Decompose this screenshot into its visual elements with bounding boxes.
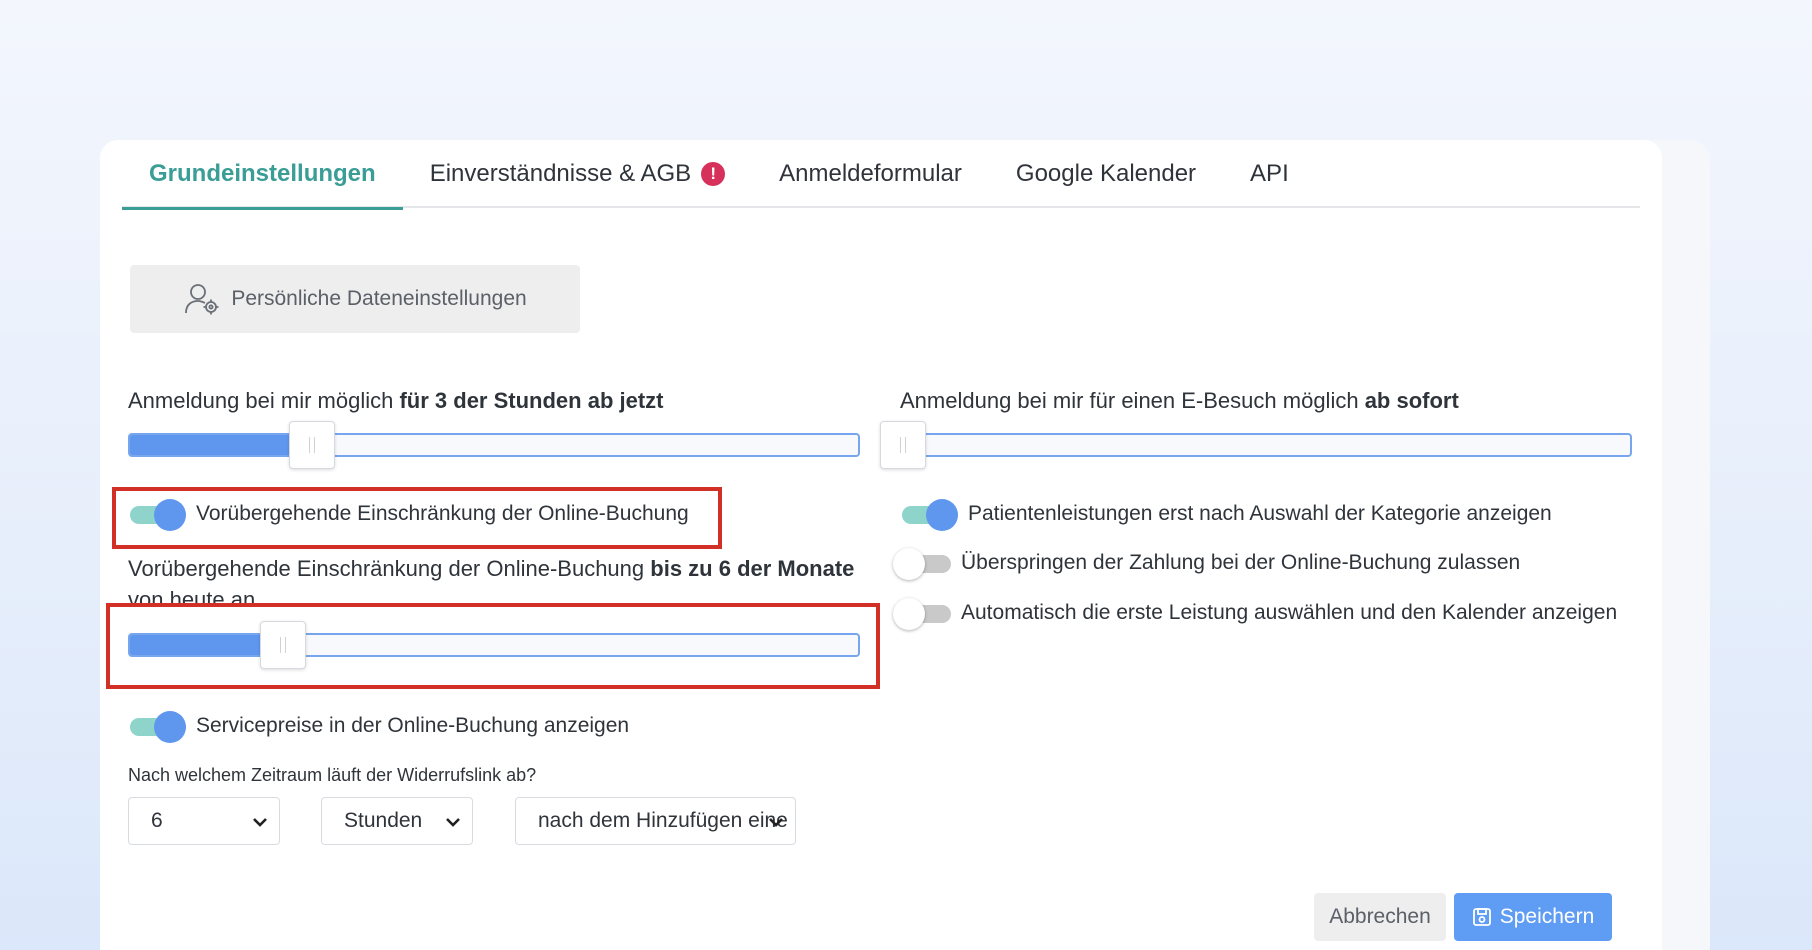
- save-label: Speichern: [1499, 905, 1595, 928]
- skip-payment-toggle-row: Überspringen der Zahlung bei der Online-…: [893, 546, 1520, 580]
- tab-label: Einverständnisse & AGB: [429, 160, 692, 187]
- slider-handle[interactable]: [880, 421, 926, 469]
- save-icon: [1472, 908, 1491, 926]
- chevron-down-icon: [442, 811, 464, 833]
- restriction-toggle[interactable]: [128, 497, 186, 531]
- personal-data-settings-button[interactable]: Persönliche Dateneinstellungen: [130, 265, 580, 333]
- label-value: ab sofort: [1364, 388, 1459, 413]
- category-toggle[interactable]: [900, 497, 958, 531]
- tab-anmeldeformular[interactable]: Anmeldeformular: [752, 155, 989, 208]
- tab-label: Google Kalender: [1015, 160, 1197, 187]
- tab-grundeinstellungen[interactable]: Grundeinstellungen: [122, 155, 403, 210]
- slider-handle[interactable]: [259, 621, 306, 669]
- save-button[interactable]: Speichern: [1454, 893, 1612, 941]
- service-prices-toggle-row: Servicepreise in der Online-Buchung anze…: [128, 709, 629, 743]
- service-prices-toggle[interactable]: [128, 709, 186, 743]
- select-value: 6: [151, 809, 163, 832]
- tab-label: Anmeldeformular: [779, 160, 962, 187]
- booking-window-slider[interactable]: [128, 421, 860, 469]
- label-text: Anmeldung bei mir möglich: [128, 388, 400, 413]
- tab-google-kalender[interactable]: Google Kalender: [989, 155, 1223, 208]
- restriction-label: Vorübergehende Einschränkung der Online-…: [128, 553, 868, 615]
- select-value: Stunden: [344, 809, 423, 832]
- auto-select-toggle[interactable]: [893, 596, 951, 630]
- select-value: nach dem Hinzufügen eine: [538, 809, 788, 832]
- auto-select-label: Automatisch die erste Leistung auswählen…: [961, 601, 1618, 624]
- tab-bar: Grundeinstellungen Einverständnisse & AG…: [122, 155, 1640, 210]
- label-text: Anmeldung bei mir für einen E-Besuch mög…: [900, 388, 1365, 413]
- page: Grundeinstellungen Einverständnisse & AG…: [0, 0, 1812, 950]
- ebesuch-window-slider[interactable]: [880, 421, 1632, 469]
- service-prices-label: Servicepreise in der Online-Buchung anze…: [196, 714, 630, 737]
- ebesuch-window-label: Anmeldung bei mir für einen E-Besuch mög…: [900, 388, 1459, 414]
- skip-payment-label: Überspringen der Zahlung bei der Online-…: [961, 551, 1521, 574]
- category-toggle-row: Patientenleistungen erst nach Auswahl de…: [900, 497, 1552, 531]
- user-settings-icon: [185, 284, 219, 315]
- label-value: für 3 der Stunden ab jetzt: [399, 388, 664, 413]
- category-toggle-label: Patientenleistungen erst nach Auswahl de…: [968, 502, 1552, 525]
- alert-icon: !: [701, 162, 726, 186]
- chevron-down-icon: [765, 811, 787, 833]
- tab-label: API: [1250, 160, 1289, 187]
- personal-data-settings-label: Persönliche Dateneinstellungen: [231, 287, 527, 310]
- slider-fill: [130, 435, 312, 455]
- slider-handle[interactable]: [289, 421, 335, 469]
- revocation-reference-select[interactable]: nach dem Hinzufügen eine: [515, 797, 796, 845]
- skip-payment-toggle[interactable]: [893, 546, 951, 580]
- label-suffix: von heute an: [128, 587, 256, 612]
- chevron-down-icon: [249, 811, 271, 833]
- tab-einverstaendnisse[interactable]: Einverständnisse & AGB!: [403, 155, 752, 208]
- label-value: bis zu 6 der Monate: [650, 556, 855, 581]
- cancel-label: Abbrechen: [1329, 905, 1431, 928]
- revocation-unit-select[interactable]: Stunden: [321, 797, 473, 845]
- cancel-button[interactable]: Abbrechen: [1314, 893, 1446, 941]
- restriction-toggle-label: Vorübergehende Einschränkung der Online-…: [196, 502, 689, 525]
- booking-window-label: Anmeldung bei mir möglich für 3 der Stun…: [128, 388, 664, 414]
- restriction-slider[interactable]: [128, 621, 860, 669]
- label-text: Vorübergehende Einschränkung der Online-…: [128, 556, 651, 581]
- tab-api[interactable]: API: [1223, 155, 1316, 208]
- auto-select-toggle-row: Automatisch die erste Leistung auswählen…: [893, 596, 1617, 630]
- tab-label: Grundeinstellungen: [149, 160, 376, 187]
- restriction-toggle-row: Vorübergehende Einschränkung der Online-…: [128, 497, 689, 531]
- revocation-question: Nach welchem Zeitraum läuft der Widerruf…: [128, 765, 537, 785]
- revocation-amount-select[interactable]: 6: [128, 797, 280, 845]
